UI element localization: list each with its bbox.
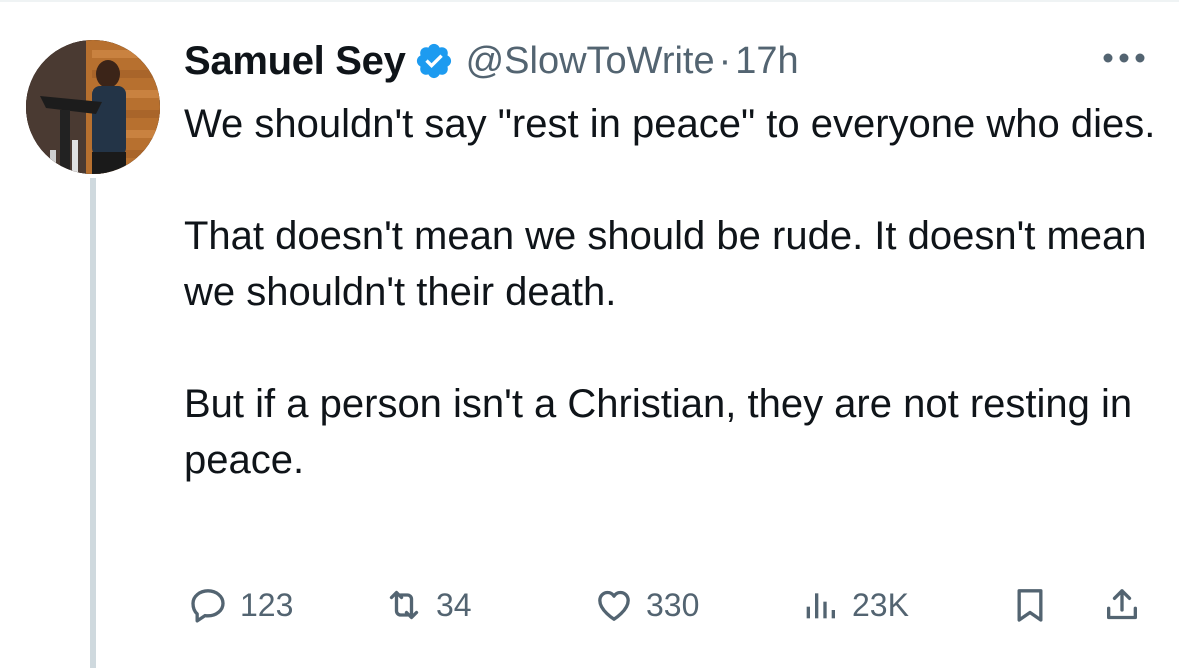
repost-button[interactable]: 34 <box>384 580 472 630</box>
bookmark-button[interactable] <box>1010 580 1050 630</box>
more-dots-icon[interactable] <box>1101 50 1147 66</box>
views-count: 23K <box>852 586 909 623</box>
author-name[interactable]: Samuel Sey <box>184 39 406 84</box>
repost-icon <box>389 590 419 620</box>
thread-connector-line <box>90 178 96 668</box>
avatar-photo <box>26 40 160 174</box>
tweet-actions-bar: 123 34 330 23K <box>184 580 1144 630</box>
tweet-paragraph: We shouldn't say "rest in peace" to ever… <box>184 102 1156 146</box>
like-count: 330 <box>646 586 700 623</box>
tweet-text: We shouldn't say "rest in peace" to ever… <box>184 96 1164 488</box>
like-button[interactable]: 330 <box>594 580 699 630</box>
repost-count: 34 <box>436 586 472 623</box>
avatar[interactable] <box>26 40 160 174</box>
bookmark-icon <box>1017 589 1043 622</box>
separator-dot: · <box>718 39 732 82</box>
tweet-paragraph: That doesn't mean we should be rude. It … <box>184 214 1147 314</box>
reply-count: 123 <box>240 586 294 623</box>
tweet-header: Samuel Sey @SlowToWrite · 17h <box>184 36 799 86</box>
heart-icon <box>598 590 630 621</box>
share-button[interactable] <box>1102 580 1142 630</box>
verified-badge-icon <box>414 41 454 81</box>
timestamp[interactable]: 17h <box>735 40 798 83</box>
share-icon <box>1107 589 1137 620</box>
top-divider <box>0 0 1179 2</box>
tweet-paragraph: But if a person isn't a Christian, they … <box>184 382 1133 482</box>
reply-button[interactable]: 123 <box>188 580 293 630</box>
reply-icon <box>191 589 225 623</box>
author-handle[interactable]: @SlowToWrite <box>466 40 715 83</box>
views-button[interactable]: 23K <box>800 580 909 630</box>
views-icon <box>806 593 835 619</box>
